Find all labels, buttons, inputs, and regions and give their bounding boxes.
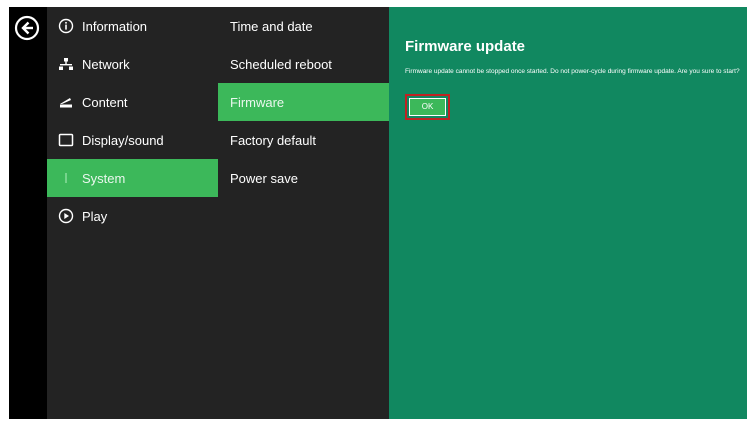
submenu-item-label: Time and date xyxy=(230,18,313,34)
system-icon xyxy=(57,169,75,187)
menu-item-content[interactable]: Content xyxy=(47,83,218,121)
menu-item-system[interactable]: System xyxy=(47,159,218,197)
info-icon xyxy=(57,17,75,35)
menu-item-label: Display/sound xyxy=(82,132,164,148)
submenu-item-label: Factory default xyxy=(230,132,316,148)
menu-item-label: System xyxy=(82,170,126,186)
menu-item-label: Content xyxy=(82,94,128,110)
menu-item-network[interactable]: Network xyxy=(47,45,218,83)
submenu-item-time-and-date[interactable]: Time and date xyxy=(218,7,389,45)
menu-item-play[interactable]: Play xyxy=(47,197,218,235)
ok-button[interactable]: OK xyxy=(409,98,446,116)
submenu-item-label: Power save xyxy=(230,170,298,186)
submenu-item-label: Firmware xyxy=(230,94,285,110)
back-rail xyxy=(9,7,47,419)
menu-item-label: Play xyxy=(82,208,108,224)
back-arrow-icon[interactable] xyxy=(14,15,40,41)
main-menu: Information Network Content Display/soun… xyxy=(47,7,218,419)
play-icon xyxy=(57,207,75,225)
settings-screen: Information Network Content Display/soun… xyxy=(9,7,747,419)
panel-title: Firmware update xyxy=(405,38,526,55)
menu-item-information[interactable]: Information xyxy=(47,7,218,45)
submenu-item-scheduled-reboot[interactable]: Scheduled reboot xyxy=(218,45,389,83)
content-icon xyxy=(57,93,75,111)
ok-button-highlight: OK xyxy=(405,94,450,120)
menu-item-label: Information xyxy=(82,18,148,34)
firmware-update-panel: Firmware update Firmware update cannot b… xyxy=(389,7,747,419)
display-icon xyxy=(57,131,75,149)
panel-message: Firmware update cannot be stopped once s… xyxy=(405,68,740,75)
menu-item-display-sound[interactable]: Display/sound xyxy=(47,121,218,159)
submenu-item-factory-default[interactable]: Factory default xyxy=(218,121,389,159)
submenu: Time and date Scheduled reboot Firmware … xyxy=(218,7,389,419)
submenu-item-firmware[interactable]: Firmware xyxy=(218,83,389,121)
submenu-item-power-save[interactable]: Power save xyxy=(218,159,389,197)
submenu-item-label: Scheduled reboot xyxy=(230,56,332,72)
network-icon xyxy=(57,55,75,73)
menu-item-label: Network xyxy=(82,56,130,72)
